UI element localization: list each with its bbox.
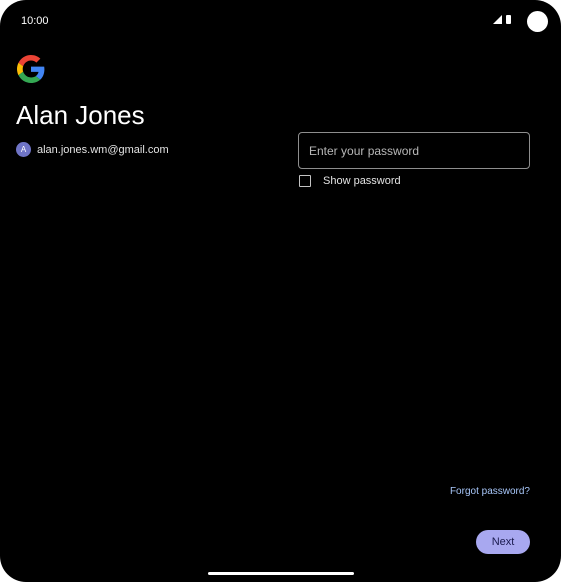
sign-in-screen: 10:00 Alan Jones A alan.jones.wm@gmail.c… — [0, 0, 561, 582]
account-name: Alan Jones — [16, 100, 145, 130]
status-icons — [493, 15, 511, 24]
status-time: 10:00 — [21, 15, 49, 27]
password-input[interactable] — [298, 132, 530, 169]
show-password-label[interactable]: Show password — [323, 175, 401, 187]
show-password-row[interactable]: Show password — [299, 175, 401, 187]
camera-cutout — [527, 11, 548, 32]
avatar: A — [16, 142, 31, 157]
account-email: alan.jones.wm@gmail.com — [37, 143, 169, 156]
google-logo-icon — [17, 55, 45, 83]
signal-icon — [493, 15, 502, 24]
forgot-password-link[interactable]: Forgot password? — [450, 486, 530, 497]
next-button[interactable]: Next — [476, 530, 530, 554]
show-password-checkbox[interactable] — [299, 175, 311, 187]
account-chip[interactable]: A alan.jones.wm@gmail.com — [16, 142, 169, 157]
home-indicator[interactable] — [208, 572, 354, 575]
battery-icon — [506, 15, 511, 24]
